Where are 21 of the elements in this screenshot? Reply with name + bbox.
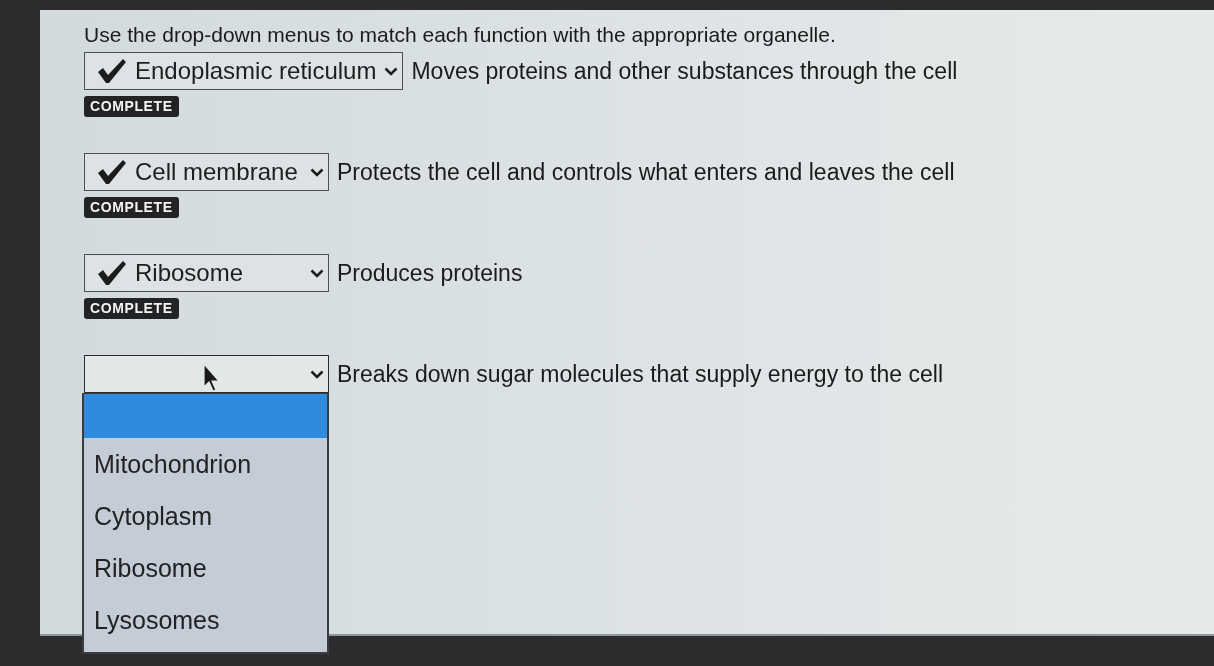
status-label: COMPLETE: [84, 197, 179, 218]
dropdown[interactable]: Endoplasmic reticulum: [84, 52, 404, 90]
dropdown-option[interactable]: Ribosome: [84, 542, 327, 594]
status-label: COMPLETE: [84, 298, 179, 319]
dropdown-option[interactable]: Mitochondrion: [84, 438, 327, 490]
dropdown-option[interactable]: Cytoplasm: [84, 490, 327, 542]
function-description: Moves proteins and other substances through the cell: [411, 57, 958, 85]
dropdown[interactable]: [84, 355, 329, 393]
status-label: COMPLETE: [84, 96, 179, 117]
chevron-down-icon: [384, 66, 399, 76]
function-description: Breaks down sugar molecules that supply energy to the cell: [337, 360, 943, 388]
function-description: Produces proteins: [337, 259, 523, 287]
dropdown-option[interactable]: Lysosomes: [84, 594, 327, 646]
mouse-pointer-icon: [202, 363, 222, 393]
chevron-down-icon: [310, 369, 324, 379]
function-description: Protects the cell and controls what enters and leaves the cell: [337, 158, 955, 186]
chevron-down-icon: [310, 167, 324, 177]
instruction-text: Use the drop-down menus to match each function with the appropriate organelle.: [84, 22, 837, 48]
dropdown[interactable]: Cell membrane: [84, 153, 329, 191]
dropdown[interactable]: Ribosome: [84, 254, 329, 292]
chevron-down-icon: [310, 268, 324, 278]
